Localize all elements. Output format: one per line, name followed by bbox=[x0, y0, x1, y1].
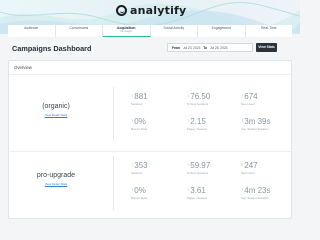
divider bbox=[113, 87, 114, 141]
metric-value: 247 bbox=[244, 161, 258, 170]
trend-arrow-icon: ↑ bbox=[241, 187, 244, 192]
overview-card: Overview (organic) View Detail Stats ↑88… bbox=[8, 60, 292, 219]
metric-sessions: ↑353 Sessions bbox=[131, 160, 181, 180]
view-stats-button[interactable]: View Stats bbox=[256, 43, 277, 52]
campaign-info: (organic) View Detail Stats bbox=[9, 83, 103, 145]
from-date-field[interactable]: Jul 23, 2023 bbox=[183, 46, 200, 50]
tab-audience[interactable]: Audience bbox=[8, 25, 56, 37]
metric-new-users: ↑674 New Users bbox=[241, 91, 291, 111]
page-title: Campaigns Dashboard bbox=[12, 44, 92, 53]
trend-arrow-icon: ↑ bbox=[187, 93, 190, 98]
tab-engagement[interactable]: Engagement bbox=[198, 25, 246, 37]
trend-arrow-icon: ↑ bbox=[241, 162, 244, 167]
tab-label: Engagement bbox=[211, 26, 231, 30]
metric-label: Pages / Session bbox=[187, 196, 208, 200]
divider bbox=[113, 156, 114, 210]
trend-arrow-icon: ↑ bbox=[241, 118, 244, 123]
metric-label: Sessions bbox=[131, 171, 143, 175]
metric-label: Pages / Session bbox=[187, 127, 208, 131]
metric-new-users: ↑247 New Users bbox=[241, 160, 291, 180]
metric-value: 353 bbox=[134, 161, 148, 170]
to-date-field[interactable]: Jul 25, 2023 bbox=[210, 46, 227, 50]
metric-value: 881 bbox=[134, 92, 148, 101]
metric-sessions: ↑881 Sessions bbox=[131, 91, 181, 111]
trend-arrow-icon: ↑ bbox=[241, 93, 244, 98]
metric-value: 674 bbox=[244, 92, 258, 101]
metric-pages-per-session: ↑2.15 Pages / Session bbox=[187, 116, 237, 136]
from-label: From bbox=[172, 45, 180, 50]
metric-label: % New Sessions bbox=[187, 102, 208, 106]
metric-label: Avg. Session Duration bbox=[241, 127, 269, 131]
campaign-row: pro-upgrade View Detail Stats ↑353 Sessi… bbox=[9, 151, 291, 213]
metric-value: 4m 23s bbox=[244, 186, 271, 195]
metric-pages-per-session: ↑3.61 Pages / Session bbox=[187, 185, 237, 205]
metric-label: Sessions bbox=[131, 102, 143, 106]
date-range-picker[interactable]: From Jul 23, 2023 To Jul 25, 2023 bbox=[167, 43, 253, 52]
to-label: To bbox=[203, 45, 208, 50]
campaign-info: pro-upgrade View Detail Stats bbox=[9, 152, 103, 214]
metric-label: Bounce Rate bbox=[131, 196, 148, 200]
tab-label: Real-Time bbox=[260, 26, 277, 30]
tab-label: Audience bbox=[24, 26, 39, 30]
metric-label: Avg. Session Duration bbox=[241, 196, 269, 200]
trend-arrow-icon: ↑ bbox=[187, 118, 190, 123]
trend-arrow-icon: ↑ bbox=[131, 187, 134, 192]
view-detail-stats-link[interactable]: View Detail Stats bbox=[9, 113, 103, 117]
metric-label: % New Sessions bbox=[187, 171, 208, 175]
metric-value: 0% bbox=[134, 117, 146, 126]
trend-arrow-icon: ↑ bbox=[187, 162, 190, 167]
metric-bounce-rate: ↑0% Bounce Rate bbox=[131, 185, 181, 205]
metric-value: 3.61 bbox=[190, 186, 206, 195]
metric-label: New Users bbox=[241, 102, 255, 106]
metric-value: 59.97 bbox=[190, 161, 211, 170]
campaign-name: (organic) bbox=[42, 103, 70, 110]
metric-value: 0% bbox=[134, 186, 146, 195]
metric-new-sessions: ↑76.50 % New Sessions bbox=[187, 91, 237, 111]
metric-bounce-rate: ↑0% Bounce Rate bbox=[131, 116, 181, 136]
tab-social-activity[interactable]: Social Activity bbox=[150, 25, 198, 37]
trend-arrow-icon: ↑ bbox=[131, 118, 134, 123]
analytify-logo-icon bbox=[116, 4, 127, 16]
metric-new-sessions: ↑59.97 % New Sessions bbox=[187, 160, 237, 180]
tab-sublabel: Campaigns bbox=[120, 30, 133, 33]
metric-value: 76.50 bbox=[190, 92, 211, 101]
trend-arrow-icon: ↑ bbox=[187, 187, 190, 192]
metric-label: Bounce Rate bbox=[131, 127, 148, 131]
campaign-name: pro-upgrade bbox=[36, 172, 76, 179]
tab-label: Conversions bbox=[69, 26, 89, 30]
view-detail-stats-link[interactable]: View Detail Stats bbox=[9, 182, 103, 186]
overview-heading: Overview bbox=[9, 61, 291, 75]
metric-value: 2.15 bbox=[190, 117, 206, 126]
tab-label: Social Activity bbox=[163, 26, 185, 30]
trend-arrow-icon: ↑ bbox=[131, 93, 134, 98]
trend-arrow-icon: ↑ bbox=[131, 162, 134, 167]
dashboard-nav: Audience Conversions Acquisition Campaig… bbox=[8, 25, 292, 37]
tab-real-time[interactable]: Real-Time bbox=[245, 25, 292, 37]
metric-label: New Users bbox=[241, 171, 255, 175]
campaign-row: (organic) View Detail Stats ↑881 Session… bbox=[9, 83, 291, 145]
metric-value: 3m 39s bbox=[244, 117, 271, 126]
tab-acquisition[interactable]: Acquisition Campaigns bbox=[103, 25, 151, 37]
app-logo[interactable]: analytify bbox=[116, 3, 186, 17]
logo-text: analytify bbox=[130, 3, 187, 17]
tab-conversions[interactable]: Conversions bbox=[55, 25, 103, 37]
metric-avg-session-duration: ↑4m 23s Avg. Session Duration bbox=[241, 185, 291, 205]
metric-avg-session-duration: ↑3m 39s Avg. Session Duration bbox=[241, 116, 291, 136]
